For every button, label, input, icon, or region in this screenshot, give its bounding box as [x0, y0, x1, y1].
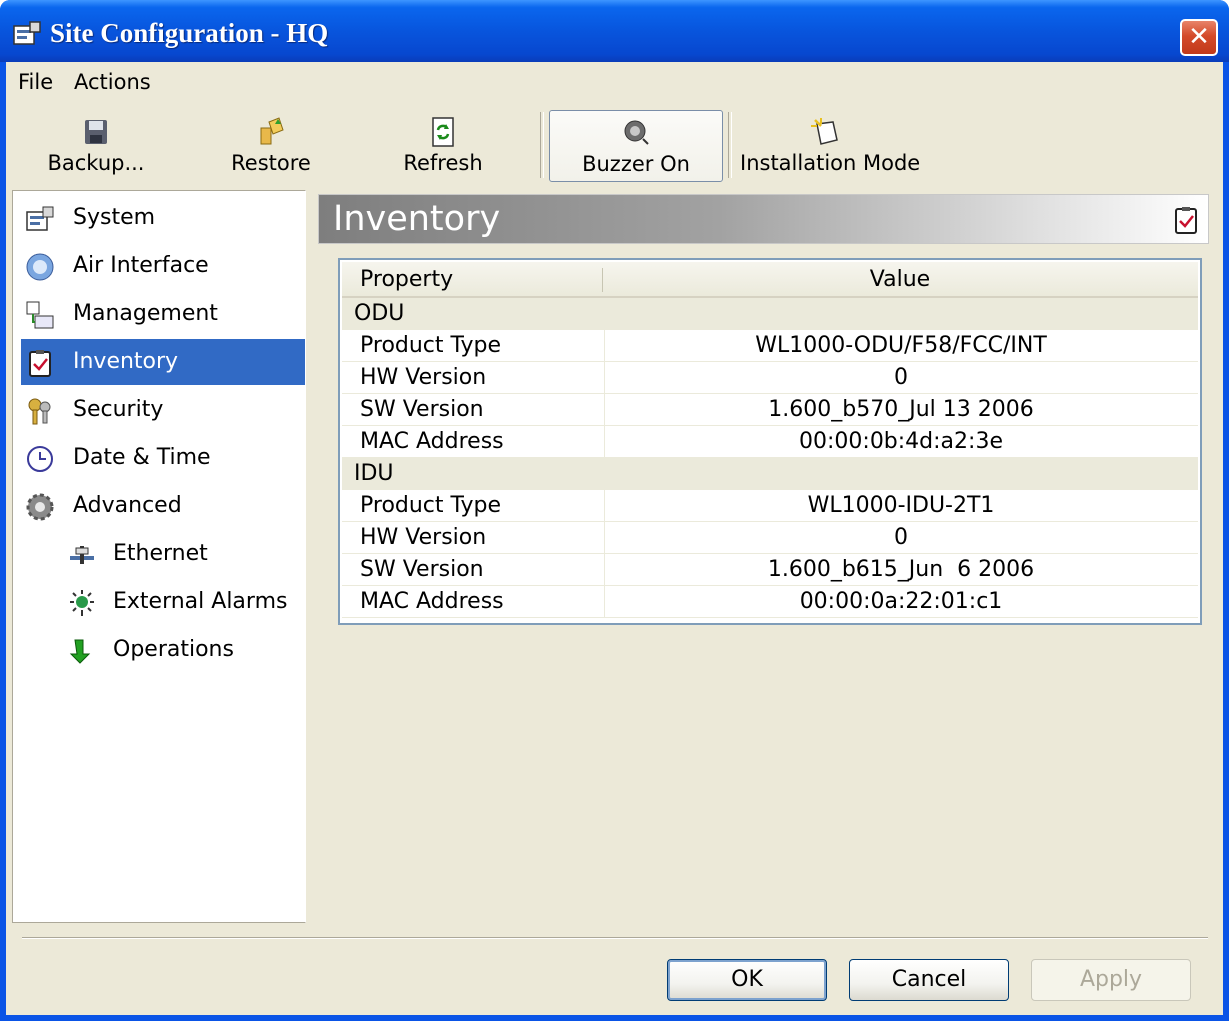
nav-label: Management: [73, 301, 218, 326]
menu-bar: File Actions: [6, 62, 1223, 102]
security-keys-icon: [28, 398, 51, 425]
nav-label: Security: [73, 397, 164, 422]
property-cell: HW Version: [360, 525, 487, 550]
alarm-icon: [70, 590, 94, 616]
property-cell: SW Version: [360, 397, 484, 422]
menu-actions[interactable]: Actions: [74, 70, 151, 94]
table-header: Property Value: [342, 262, 1198, 298]
panel-title: Inventory: [333, 199, 501, 239]
nav-label: Inventory: [73, 349, 179, 374]
clock-icon: [27, 446, 53, 472]
buzzer-icon: [624, 120, 649, 145]
menu-file[interactable]: File: [18, 70, 53, 94]
table-row[interactable]: SW Version 1.600_b615_Jun 6 2006: [342, 554, 1198, 586]
restore-button[interactable]: Restore: [211, 110, 331, 182]
nav-item-external-alarms[interactable]: External Alarms: [21, 579, 305, 625]
nav-item-management[interactable]: Management: [21, 291, 305, 337]
value-cell: WL1000-ODU/F58/FCC/INT: [755, 333, 1047, 358]
table-row[interactable]: Product Type WL1000-IDU-2T1: [342, 490, 1198, 522]
table-row[interactable]: MAC Address 00:00:0a:22:01:c1: [342, 586, 1198, 618]
nav-label: Air Interface: [73, 253, 209, 278]
nav-item-security[interactable]: Security: [21, 387, 305, 433]
toolbar: Backup... Restore Refresh Buzzer On Inst…: [6, 102, 1223, 186]
column-header-value[interactable]: Value: [602, 267, 1198, 292]
installation-mode-button[interactable]: Installation Mode: [740, 110, 921, 182]
table-row[interactable]: HW Version 0: [342, 362, 1198, 394]
table-group-row[interactable]: ODU: [342, 298, 1198, 330]
column-header-property[interactable]: Property: [360, 267, 453, 292]
nav-label: Advanced: [73, 493, 182, 518]
refresh-label: Refresh: [403, 151, 483, 175]
restore-label: Restore: [231, 151, 311, 175]
system-icon: [26, 206, 54, 231]
table-row[interactable]: SW Version 1.600_b570_Jul 13 2006: [342, 394, 1198, 426]
nav-label: External Alarms: [113, 589, 288, 614]
window-title: Site Configuration - HQ: [50, 18, 329, 48]
group-label: ODU: [354, 301, 405, 326]
value-cell: WL1000-IDU-2T1: [807, 493, 995, 518]
buzzer-label: Buzzer On: [582, 152, 690, 176]
installation-mode-icon: [811, 118, 838, 145]
toolbar-separator: [728, 112, 732, 178]
value-cell: 0: [894, 365, 908, 390]
nav-item-advanced[interactable]: Advanced: [21, 483, 305, 529]
nav-label: Date & Time: [73, 445, 211, 470]
site-configuration-window: Site Configuration - HQ ✕ File Actions B…: [0, 0, 1229, 1021]
property-cell: MAC Address: [360, 429, 504, 454]
button-area-divider: [22, 937, 1208, 939]
cancel-button[interactable]: Cancel: [849, 959, 1009, 1001]
toolbar-separator: [540, 112, 544, 178]
value-cell: 1.600_b615_Jun 6 2006: [767, 557, 1035, 582]
table-row[interactable]: MAC Address 00:00:0b:4d:a2:3e: [342, 426, 1198, 458]
buzzer-on-button[interactable]: Buzzer On: [549, 110, 723, 182]
table-row[interactable]: Product Type WL1000-ODU/F58/FCC/INT: [342, 330, 1198, 362]
green-arrow-icon: [69, 639, 91, 664]
refresh-button[interactable]: Refresh: [383, 110, 503, 182]
nav-label: Ethernet: [113, 541, 208, 566]
property-cell: MAC Address: [360, 589, 504, 614]
property-cell: Product Type: [360, 333, 502, 358]
nav-item-system[interactable]: System: [21, 195, 305, 241]
property-cell: SW Version: [360, 557, 484, 582]
nav-item-ethernet[interactable]: Ethernet: [21, 531, 305, 577]
apply-button[interactable]: Apply: [1031, 959, 1191, 1001]
ok-button[interactable]: OK: [667, 959, 827, 1001]
air-interface-icon: [26, 253, 54, 281]
nav-label: System: [73, 205, 156, 230]
refresh-icon: [432, 117, 454, 147]
content-panel: Inventory Property Value ODU Product Typ…: [316, 190, 1215, 923]
table-group-row[interactable]: IDU: [342, 458, 1198, 490]
dialog-client-area: File Actions Backup... Restore Refresh B…: [6, 62, 1223, 1015]
inventory-icon: [1175, 207, 1197, 234]
gear-icon: [26, 493, 54, 521]
restore-icon: [260, 117, 284, 145]
panel-header: Inventory: [318, 194, 1209, 244]
management-icon: [26, 301, 54, 329]
title-bar[interactable]: Site Configuration - HQ ✕: [0, 0, 1229, 62]
inventory-table: Property Value ODU Product Type WL1000-O…: [338, 258, 1202, 625]
backup-button[interactable]: Backup...: [36, 110, 156, 182]
inventory-icon: [29, 350, 51, 377]
property-cell: Product Type: [360, 493, 502, 518]
backup-label: Backup...: [47, 151, 145, 175]
value-cell: 00:00:0a:22:01:c1: [799, 589, 1003, 614]
nav-item-date-time[interactable]: Date & Time: [21, 435, 305, 481]
installation-mode-label: Installation Mode: [740, 151, 921, 175]
table-row[interactable]: HW Version 0: [342, 522, 1198, 554]
value-cell: 1.600_b570_Jul 13 2006: [768, 397, 1034, 422]
close-button[interactable]: ✕: [1180, 19, 1218, 56]
nav-label: Operations: [113, 637, 234, 662]
ethernet-icon: [70, 546, 94, 564]
nav-item-operations[interactable]: Operations: [21, 627, 305, 673]
nav-item-air-interface[interactable]: Air Interface: [21, 243, 305, 289]
property-cell: HW Version: [360, 365, 487, 390]
nav-item-inventory[interactable]: Inventory: [21, 339, 305, 385]
navigation-tree: System Air Interface Management Inventor…: [12, 190, 306, 923]
site-config-icon: [13, 21, 41, 45]
value-cell: 0: [894, 525, 908, 550]
floppy-disk-icon: [85, 120, 107, 144]
group-label: IDU: [354, 461, 394, 486]
value-cell: 00:00:0b:4d:a2:3e: [799, 429, 1003, 454]
